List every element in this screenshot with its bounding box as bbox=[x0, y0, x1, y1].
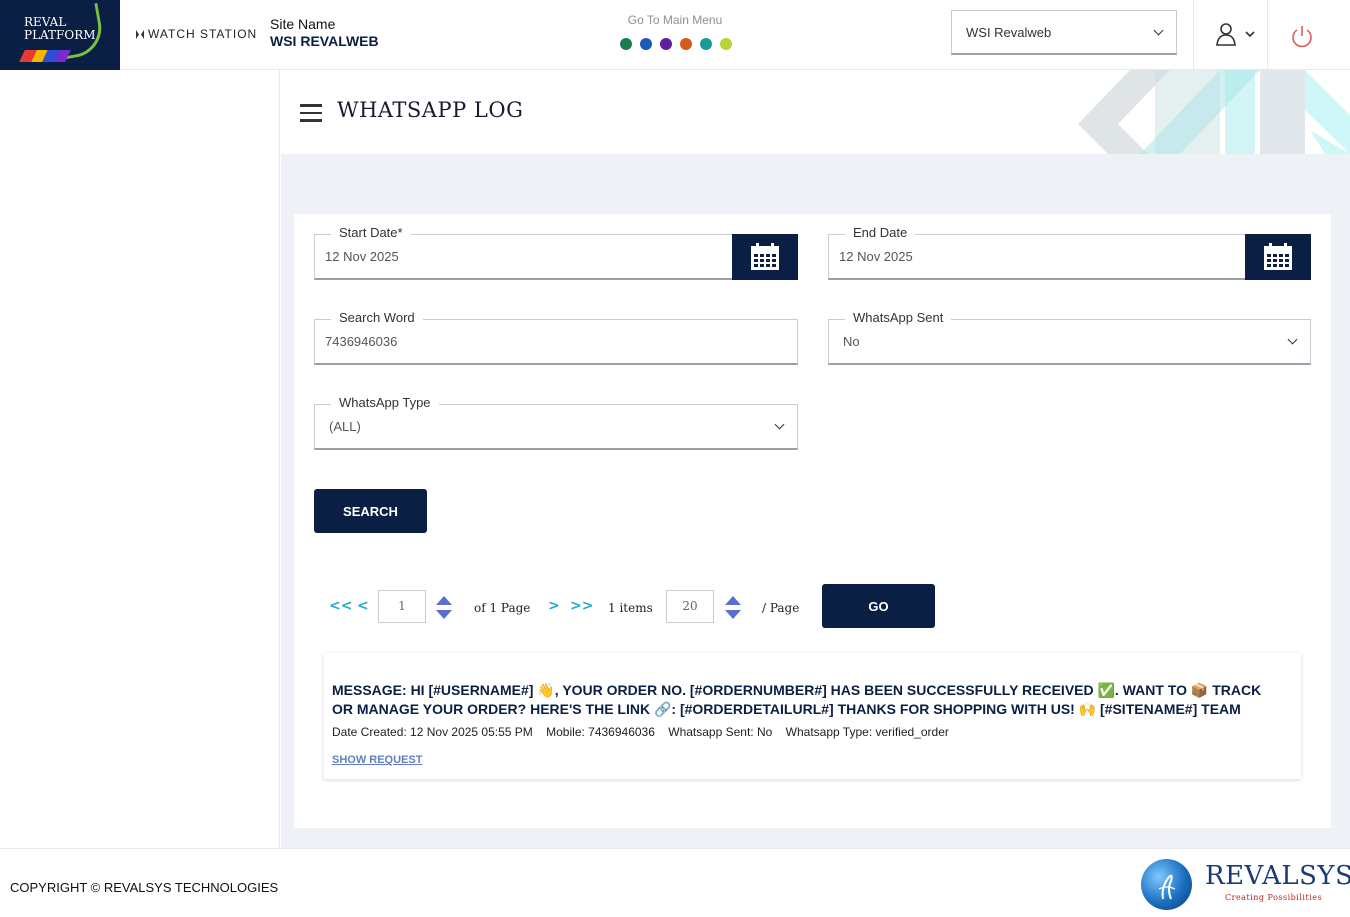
decorative-banner-graphic bbox=[1078, 70, 1350, 154]
start-date-value[interactable]: 12 Nov 2025 bbox=[325, 249, 399, 264]
start-date-label: Start Date* bbox=[331, 225, 411, 240]
site-name-label: Site Name bbox=[270, 16, 336, 32]
whatsapp-sent-value: No bbox=[843, 334, 860, 349]
page-spinner-icon[interactable] bbox=[436, 595, 452, 621]
end-date-value[interactable]: 12 Nov 2025 bbox=[839, 249, 913, 264]
whatsapp-sent-label: WhatsApp Sent bbox=[845, 310, 952, 325]
site-name-value: WSI REVALWEB bbox=[270, 33, 379, 49]
brand-text: WATCH STATION bbox=[148, 27, 258, 41]
watch-station-icon bbox=[136, 30, 144, 39]
per-page-label: / Page bbox=[762, 601, 800, 615]
end-date-calendar-button[interactable] bbox=[1245, 234, 1311, 280]
list-item: MESSAGE: HI [#USERNAME#] 👋, YOUR ORDER N… bbox=[324, 653, 1301, 779]
sidebar bbox=[0, 70, 280, 848]
last-page-button[interactable]: >> bbox=[570, 598, 593, 614]
go-to-main-menu-label[interactable]: Go To Main Menu bbox=[600, 13, 750, 27]
copyright-text: COPYRIGHT © REVALSYS TECHNOLOGIES bbox=[10, 880, 279, 895]
menu-dot-6[interactable] bbox=[720, 38, 732, 50]
first-page-button[interactable]: << bbox=[329, 598, 352, 614]
items-count-label: 1 items bbox=[608, 601, 653, 615]
menu-dot-3[interactable] bbox=[660, 38, 672, 50]
page-title: WHATSAPP LOG bbox=[337, 98, 524, 122]
power-button[interactable] bbox=[1289, 24, 1315, 50]
footer: COPYRIGHT © REVALSYS TECHNOLOGIES REVALS… bbox=[0, 848, 1350, 917]
logo-stripes bbox=[19, 50, 71, 62]
power-icon bbox=[1292, 26, 1312, 48]
log-meta: Date Created: 12 Nov 2025 05:55 PM Mobil… bbox=[332, 725, 959, 739]
end-date-label: End Date bbox=[845, 225, 916, 240]
start-date-field[interactable]: Start Date* 12 Nov 2025 bbox=[314, 225, 798, 280]
calendar-icon bbox=[751, 243, 779, 270]
main-menu-dots[interactable] bbox=[620, 38, 732, 50]
page-title-bar: WHATSAPP LOG bbox=[281, 70, 1350, 154]
log-date-created: Date Created: 12 Nov 2025 05:55 PM bbox=[332, 725, 533, 739]
start-date-calendar-button[interactable] bbox=[732, 234, 798, 280]
header-divider bbox=[1193, 0, 1194, 70]
per-page-spinner-icon[interactable] bbox=[725, 595, 741, 621]
whatsapp-type-label: WhatsApp Type bbox=[331, 395, 439, 410]
user-icon bbox=[1216, 23, 1255, 46]
chevron-down-icon bbox=[1153, 25, 1164, 35]
search-button[interactable]: SEARCH bbox=[314, 489, 427, 533]
show-request-link[interactable]: SHOW REQUEST bbox=[332, 754, 422, 766]
search-word-value[interactable]: 7436946036 bbox=[325, 334, 397, 349]
site-select-value: WSI Revalweb bbox=[966, 24, 1052, 40]
user-menu-button[interactable] bbox=[1210, 20, 1260, 50]
revalsys-globe-logo bbox=[1141, 859, 1192, 910]
menu-dot-1[interactable] bbox=[620, 38, 632, 50]
logo-text: REVAL PLATFORM bbox=[24, 16, 96, 42]
of-pages-label: of 1 Page bbox=[474, 601, 531, 615]
log-mobile: Mobile: 7436946036 bbox=[546, 725, 655, 739]
log-whatsapp-type: Whatsapp Type: verified_order bbox=[785, 725, 949, 739]
revalsys-name: REVALSYS bbox=[1205, 861, 1350, 891]
go-button[interactable]: GO bbox=[822, 584, 935, 628]
logo-line2: PLATFORM bbox=[24, 28, 96, 42]
top-header: REVAL PLATFORM WATCH STATION Site Name W… bbox=[0, 0, 1350, 70]
menu-dot-5[interactable] bbox=[700, 38, 712, 50]
reval-platform-logo[interactable]: REVAL PLATFORM bbox=[0, 0, 120, 70]
per-page-input[interactable]: 20 bbox=[666, 590, 714, 623]
prev-page-button[interactable]: < bbox=[357, 598, 369, 614]
log-whatsapp-sent: Whatsapp Sent: No bbox=[668, 725, 773, 739]
menu-dot-2[interactable] bbox=[640, 38, 652, 50]
whatsapp-type-select[interactable]: WhatsApp Type (ALL) bbox=[314, 395, 798, 450]
log-message: MESSAGE: HI [#USERNAME#] 👋, YOUR ORDER N… bbox=[332, 682, 1262, 717]
menu-dot-4[interactable] bbox=[680, 38, 692, 50]
end-date-field[interactable]: End Date 12 Nov 2025 bbox=[828, 225, 1311, 280]
whatsapp-type-value: (ALL) bbox=[329, 419, 361, 434]
watch-station-brand: WATCH STATION bbox=[135, 27, 257, 41]
chevron-down-icon bbox=[774, 419, 785, 430]
revalsys-logo-mark bbox=[1158, 874, 1176, 900]
calendar-icon bbox=[1264, 243, 1292, 270]
hamburger-icon[interactable] bbox=[300, 104, 322, 122]
search-word-label: Search Word bbox=[331, 310, 423, 325]
revalsys-tagline: Creating Possibilities bbox=[1225, 893, 1323, 902]
site-select[interactable]: WSI Revalweb bbox=[951, 10, 1177, 55]
chevron-down-icon bbox=[1287, 334, 1298, 345]
next-page-button[interactable]: > bbox=[548, 598, 560, 614]
header-divider bbox=[1267, 0, 1268, 70]
search-word-field[interactable]: Search Word 7436946036 bbox=[314, 310, 798, 365]
page-number-input[interactable]: 1 bbox=[378, 590, 426, 623]
whatsapp-sent-select[interactable]: WhatsApp Sent No bbox=[828, 310, 1311, 365]
